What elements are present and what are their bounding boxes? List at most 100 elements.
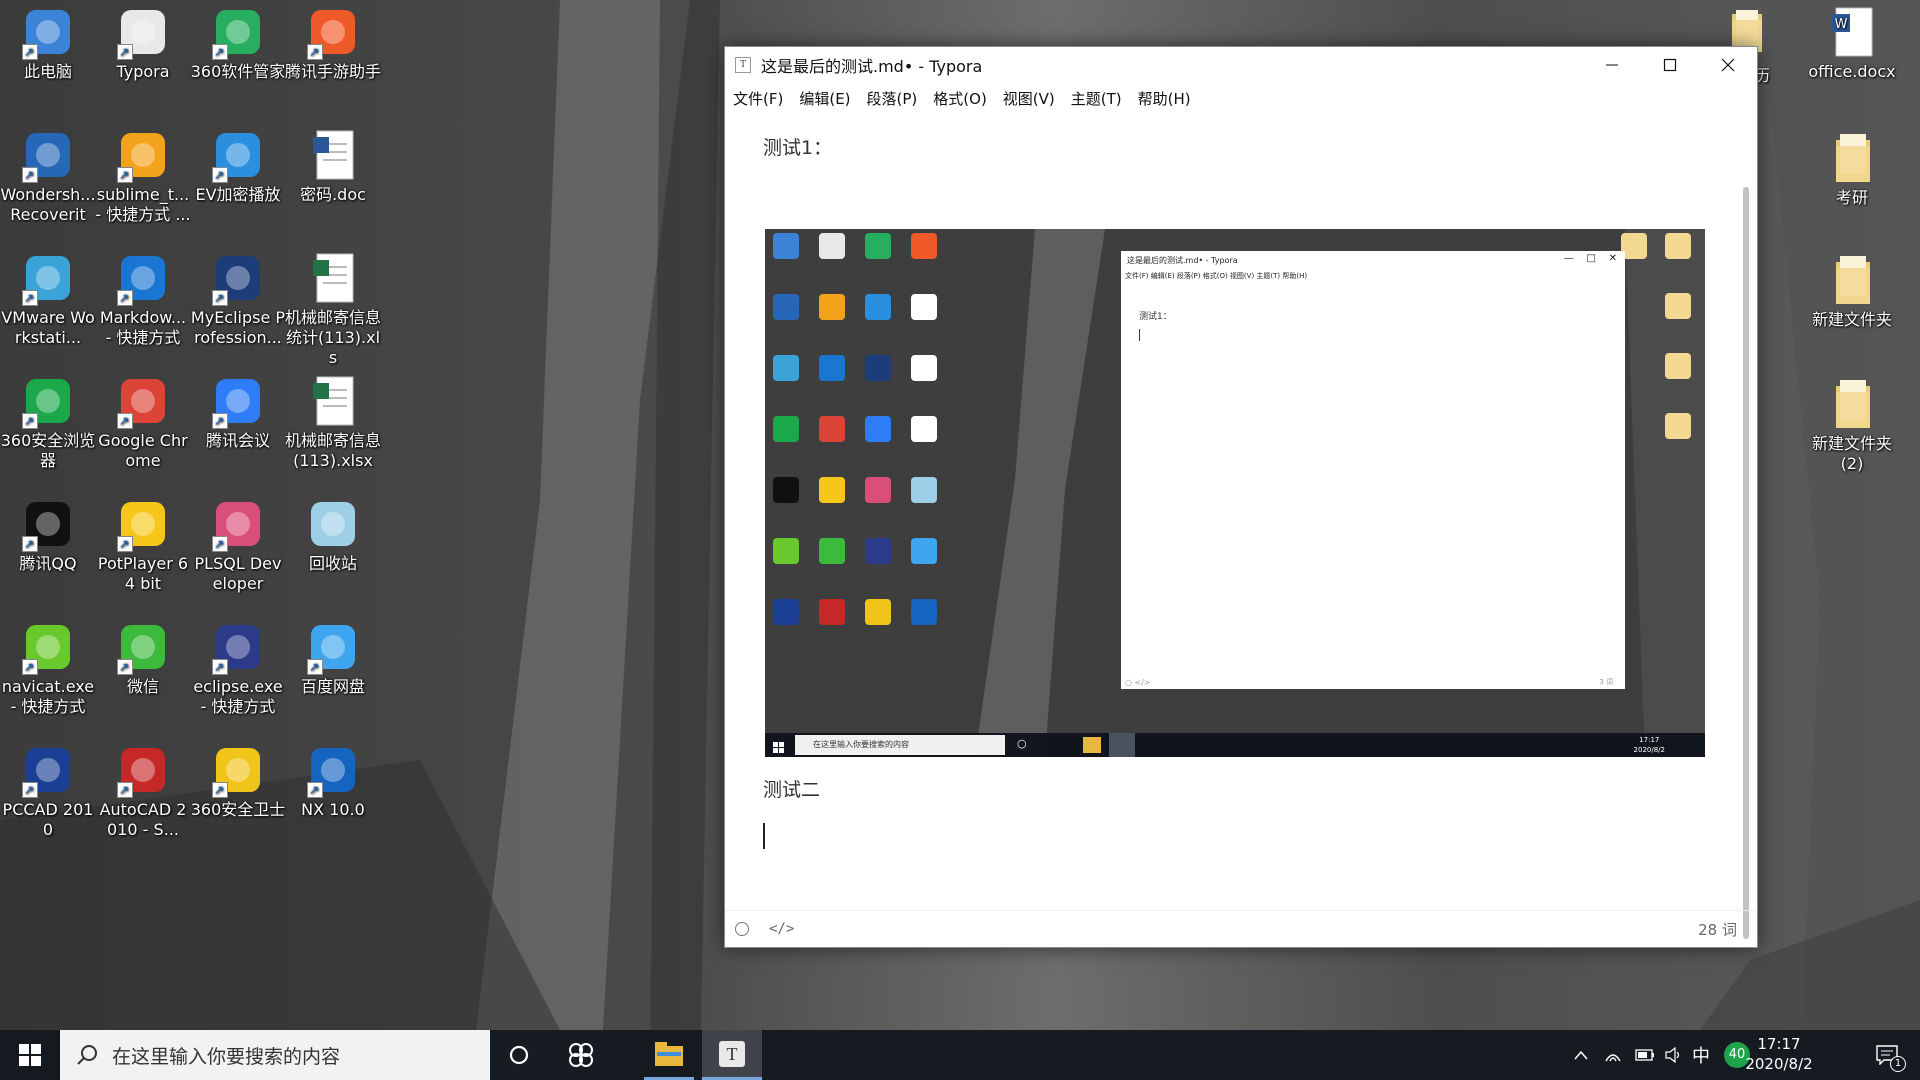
desktop-icon-wechat[interactable]: 微信 xyxy=(95,619,191,697)
battery-button[interactable] xyxy=(1632,1030,1658,1080)
embedded-screenshot[interactable]: 这是最后的测试.md• - Typora — □ ✕ 文件(F) 编辑(E) 段… xyxy=(765,229,1705,757)
start-button[interactable] xyxy=(0,1030,60,1080)
desktop-icon-myeclipse[interactable]: MyEclipse Profession... xyxy=(190,250,286,348)
embedded-desktop-icon xyxy=(865,233,891,259)
desktop-icon-new-folder-2[interactable]: 新建文件夹 (2) xyxy=(1804,376,1900,474)
desktop-icon-pccad-2010[interactable]: PCCAD 2010 xyxy=(0,742,96,840)
desktop-icon-kaoyan[interactable]: 考研 xyxy=(1804,130,1900,208)
shortcut-arrow-icon xyxy=(117,534,133,554)
ime-indicator[interactable]: 中 xyxy=(1688,1030,1714,1080)
embedded-desktop-icon xyxy=(865,477,891,503)
desktop-icon-label: 腾讯会议 xyxy=(205,431,270,450)
chevron-up-icon xyxy=(1574,1050,1588,1060)
embedded-date: 2020/8/2 xyxy=(1633,746,1665,754)
desktop-icon-eclipse-shortcut[interactable]: eclipse.exe - 快捷方式 xyxy=(190,619,286,717)
desktop-icon-sublime-text-shortcut[interactable]: sublime_t... - 快捷方式 ... xyxy=(95,127,191,225)
sublime-text-shortcut-icon xyxy=(115,127,171,185)
desktop-icon-label: PLSQL Developer xyxy=(194,554,282,593)
volume-button[interactable] xyxy=(1660,1030,1686,1080)
pccad-2010-icon xyxy=(20,742,76,800)
recycle-bin-icon xyxy=(305,496,361,552)
shortcut-arrow-icon xyxy=(212,534,228,554)
typora-window[interactable]: T 这是最后的测试.md• - Typora 文件(F) 编辑(E) 段落(P)… xyxy=(724,46,1758,948)
heading-test2[interactable]: 测试二 xyxy=(763,775,820,802)
menu-paragraph[interactable]: 段落(P) xyxy=(867,88,918,109)
taskbar-search-box[interactable]: 在这里输入你要搜索的内容 xyxy=(60,1030,490,1080)
desktop-icon-password-doc[interactable]: 密码.doc xyxy=(285,127,381,205)
shortcut-arrow-icon xyxy=(212,657,228,677)
desktop-icon-label: 腾讯QQ xyxy=(19,554,77,573)
menu-view[interactable]: 视图(V) xyxy=(1003,88,1055,109)
word-doc-icon: W xyxy=(1824,4,1880,60)
shortcut-arrow-icon xyxy=(307,657,323,677)
desktop-icon-ev-player[interactable]: EV加密播放 xyxy=(190,127,286,205)
desktop-icon-label: NX 10.0 xyxy=(301,800,365,819)
taskbar-file-explorer[interactable] xyxy=(644,1030,694,1080)
shortcut-arrow-icon xyxy=(22,288,38,308)
source-code-mode-icon[interactable]: </> xyxy=(769,921,794,937)
desktop-icon-label: Google Chrome xyxy=(98,431,188,470)
embedded-folder-icon xyxy=(1665,233,1691,259)
desktop-icon-office-docx[interactable]: W office.docx xyxy=(1804,4,1900,82)
desktop-icon-label: PCCAD 2010 xyxy=(2,800,94,839)
desktop-icon-nx-10[interactable]: NX 10.0 xyxy=(285,742,381,820)
desktop-icon-autocad-2010[interactable]: AutoCAD 2010 - S... xyxy=(95,742,191,840)
desktop-icon-markdown-shortcut[interactable]: Markdow... - 快捷方式 xyxy=(95,250,191,348)
scrollbar[interactable] xyxy=(1743,187,1749,939)
embedded-desktop-icon xyxy=(819,538,845,564)
menu-theme[interactable]: 主题(T) xyxy=(1071,88,1122,109)
close-button[interactable] xyxy=(1699,47,1757,83)
desktop-icon-typora[interactable]: Typora xyxy=(95,4,191,82)
desktop-icon-mail-stats-xls[interactable]: 机械邮寄信息统计(113).xls xyxy=(285,250,381,368)
word-count[interactable]: 28 词 xyxy=(1698,919,1737,940)
desktop-icon-google-chrome[interactable]: Google Chrome xyxy=(95,373,191,471)
desktop-icon-wondershare-recoverit[interactable]: Wondersh... Recoverit xyxy=(0,127,96,225)
desktop-icon-label: 360软件管家 xyxy=(190,62,286,81)
myeclipse-icon xyxy=(210,250,266,308)
title-bar[interactable]: T 这是最后的测试.md• - Typora xyxy=(725,47,1757,83)
wondershare-recoverit-icon xyxy=(20,127,76,185)
maximize-button[interactable] xyxy=(1641,47,1699,83)
desktop-icon-tencent-qq[interactable]: 腾讯QQ xyxy=(0,496,96,574)
desktop-icon-recycle-bin[interactable]: 回收站 xyxy=(285,496,381,574)
embedded-desktop-icon xyxy=(773,355,799,381)
desktop-icon-mail-info-xlsx[interactable]: 机械邮寄信息(113).xlsx xyxy=(285,373,381,471)
close-icon xyxy=(1721,58,1735,72)
desktop-icon-360-security[interactable]: 360安全卫士 xyxy=(190,742,286,820)
shortcut-arrow-icon xyxy=(212,165,228,185)
show-hidden-icons-button[interactable] xyxy=(1570,1030,1592,1080)
desktop-icon-360-software-manager[interactable]: 360软件管家 xyxy=(190,4,286,82)
desktop-icon-360-browser[interactable]: 360安全浏览器 xyxy=(0,373,96,471)
desktop-icon-baidu-netdisk[interactable]: 百度网盘 xyxy=(285,619,381,697)
menu-format[interactable]: 格式(O) xyxy=(933,88,987,109)
heading-test1[interactable]: 测试1： xyxy=(763,133,832,160)
shortcut-arrow-icon xyxy=(212,411,228,431)
shortcut-arrow-icon xyxy=(22,657,38,677)
desktop-icon-navicat-shortcut[interactable]: navicat.exe - 快捷方式 xyxy=(0,619,96,717)
typora-icon: T xyxy=(719,1040,745,1067)
desktop-icon-tencent-meeting[interactable]: 腾讯会议 xyxy=(190,373,286,451)
desktop-icon-this-pc[interactable]: 此电脑 xyxy=(0,4,96,82)
desktop-icon-plsql-developer[interactable]: PLSQL Developer xyxy=(190,496,286,594)
taskbar-typora[interactable]: T xyxy=(702,1030,762,1080)
outline-toggle-icon[interactable] xyxy=(735,922,749,936)
menu-file[interactable]: 文件(F) xyxy=(733,88,783,109)
search-icon xyxy=(77,1045,97,1065)
desktop-icon-new-folder[interactable]: 新建文件夹 xyxy=(1804,252,1900,330)
menu-edit[interactable]: 编辑(E) xyxy=(799,88,850,109)
desktop-icon-tencent-game-assistant[interactable]: 腾讯手游助手 xyxy=(285,4,381,82)
desktop-icon-vmware-workstation[interactable]: VMware Workstati... xyxy=(0,250,96,348)
desktop-icon-label: office.docx xyxy=(1808,62,1896,81)
system-clock[interactable]: 17:17 2020/8/2 xyxy=(1734,1034,1824,1074)
cortana-button[interactable] xyxy=(490,1030,548,1080)
task-view-button[interactable] xyxy=(556,1030,606,1080)
minimize-button[interactable] xyxy=(1583,47,1641,83)
network-button[interactable] xyxy=(1600,1030,1626,1080)
desktop-icon-label: 机械邮寄信息(113).xlsx xyxy=(285,431,382,470)
editor-area[interactable]: 测试1： 这是最后的测试.md• - Typora — □ ✕ 文件(F) 编辑… xyxy=(725,113,1757,939)
embedded-desktop-icon xyxy=(865,416,891,442)
menu-help[interactable]: 帮助(H) xyxy=(1138,88,1191,109)
action-center-button[interactable]: 1 xyxy=(1862,1030,1912,1080)
desktop-icon-potplayer[interactable]: PotPlayer 64 bit xyxy=(95,496,191,594)
embedded-desktop-icon xyxy=(773,599,799,625)
